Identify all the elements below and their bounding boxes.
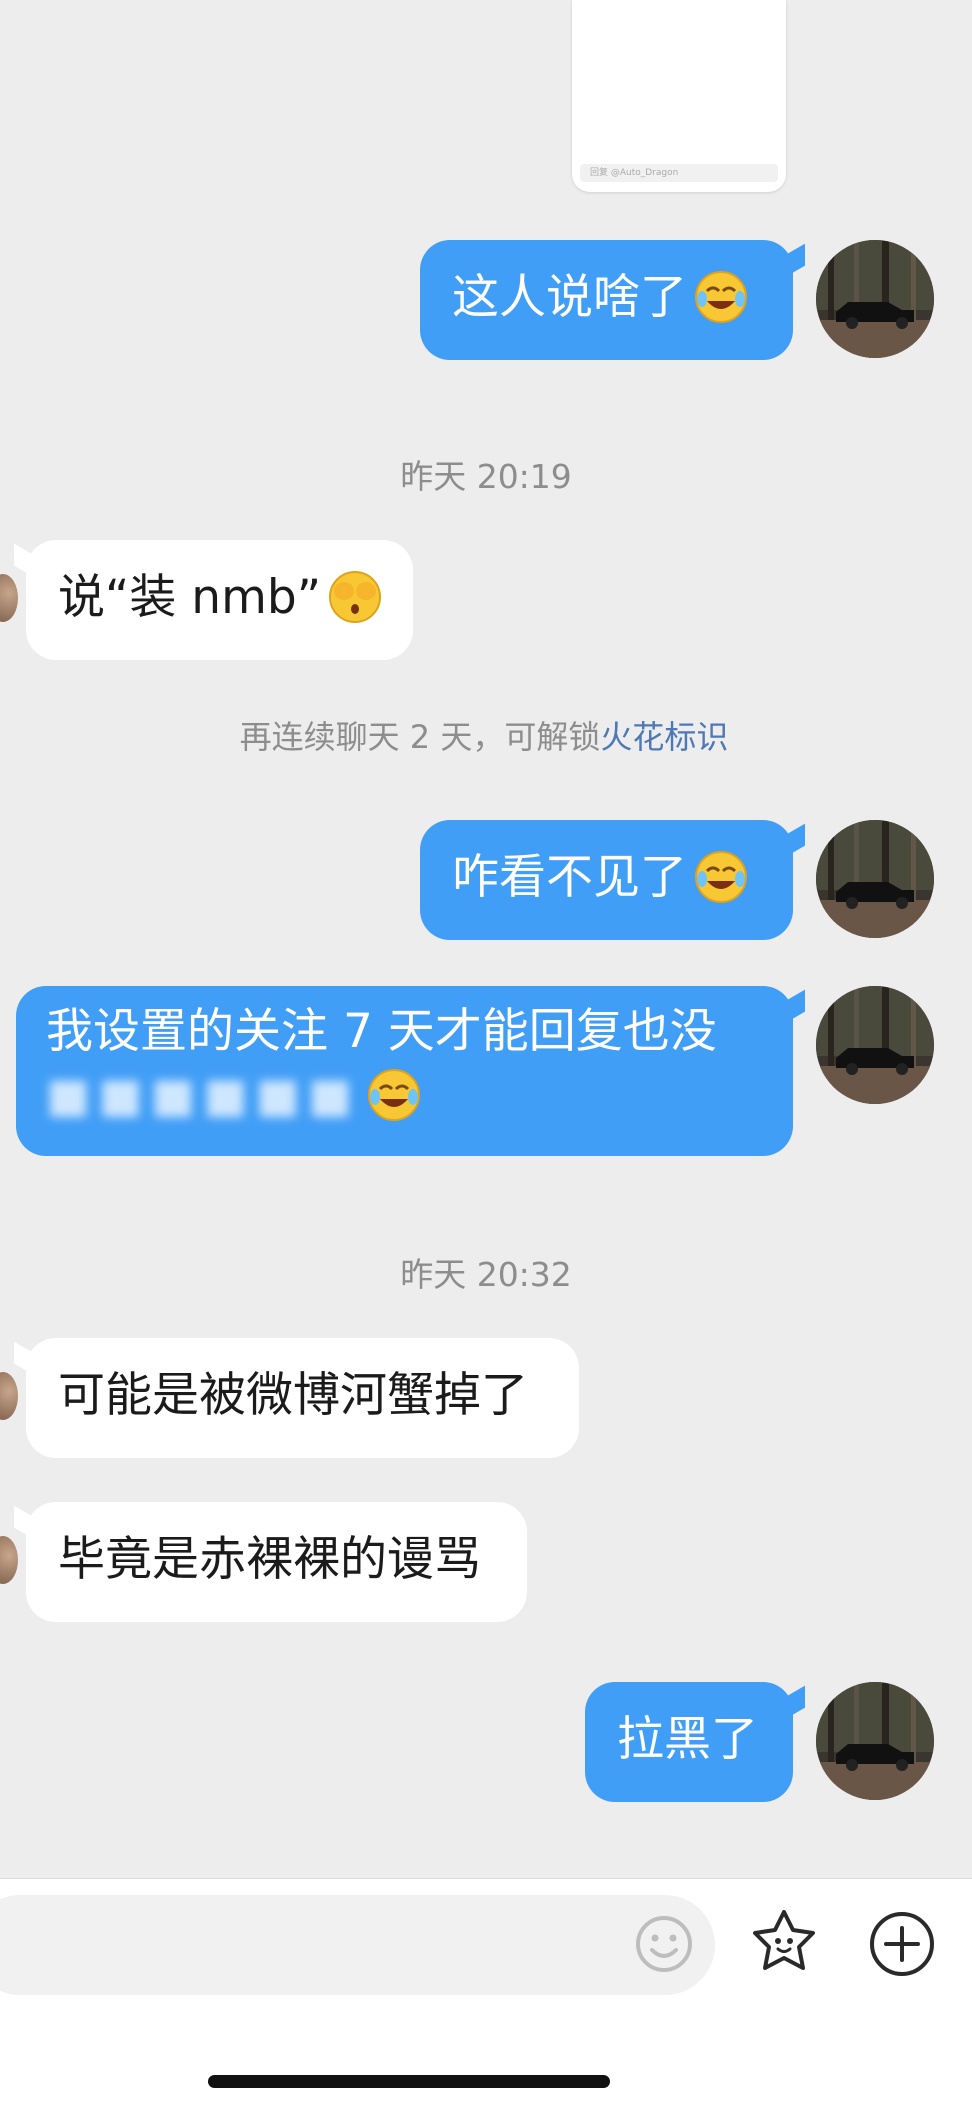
message-bubble-incoming[interactable]: 毕竟是赤裸裸的谩骂 [14, 1502, 527, 1622]
star-face-icon[interactable] [748, 1906, 820, 1978]
message-bubble-incoming[interactable]: 说“装 nmb” [14, 540, 413, 660]
timestamp: 昨天 20:19 [400, 457, 572, 496]
message-bubble-incoming[interactable]: 可能是被微博河蟹掉了 [14, 1338, 579, 1458]
blurred-text: ■■■■■■ [46, 1068, 361, 1123]
contact-avatar[interactable] [0, 1536, 18, 1584]
contact-avatar[interactable] [0, 1372, 18, 1420]
my-avatar[interactable] [816, 240, 934, 358]
message-text: 毕竟是赤裸裸的谩骂 [58, 1532, 481, 1587]
laugh-cry-emoji [693, 269, 749, 325]
message-text: 拉黑了 [617, 1712, 758, 1767]
smiley-icon[interactable] [628, 1908, 700, 1980]
contact-avatar[interactable] [0, 574, 18, 622]
message-text: 说“装 nmb” [58, 570, 322, 625]
spark-badge-link[interactable]: 火花标识 [600, 718, 728, 756]
notice-text: 再连续聊天 2 天，可解锁 [239, 718, 601, 756]
message-bubble-outgoing[interactable]: 咋看不见了 [420, 820, 805, 940]
message-input[interactable] [0, 1895, 715, 1995]
message-text: 可能是被微博河蟹掉了 [58, 1368, 528, 1423]
see-no-evil-emoji [327, 569, 383, 625]
message-bubble-outgoing[interactable]: 拉黑了 [585, 1682, 805, 1802]
laugh-cry-emoji [693, 849, 749, 905]
message-text: 这人说啥了 [452, 270, 687, 325]
home-indicator[interactable] [208, 2075, 610, 2088]
shared-image-card[interactable]: 回复 @Auto_Dragon [572, 0, 786, 192]
laugh-cry-emoji [366, 1067, 422, 1123]
my-avatar[interactable] [816, 986, 934, 1104]
my-avatar[interactable] [816, 820, 934, 938]
my-avatar[interactable] [816, 1682, 934, 1800]
message-text: 咋看不见了 [452, 850, 687, 905]
message-bubble-outgoing[interactable]: 这人说啥了 [420, 240, 805, 360]
streak-notice: 再连续聊天 2 天，可解锁火花标识 [0, 712, 970, 758]
message-bubble-outgoing[interactable]: 我设置的关注 7 天才能回复也没 ■■■■■■ [16, 986, 805, 1156]
shared-card-caption: 回复 @Auto_Dragon [580, 164, 778, 182]
plus-circle-icon[interactable] [866, 1908, 938, 1980]
timestamp: 昨天 20:32 [400, 1255, 572, 1294]
message-text: 我设置的关注 7 天才能回复也没 [46, 1004, 717, 1059]
